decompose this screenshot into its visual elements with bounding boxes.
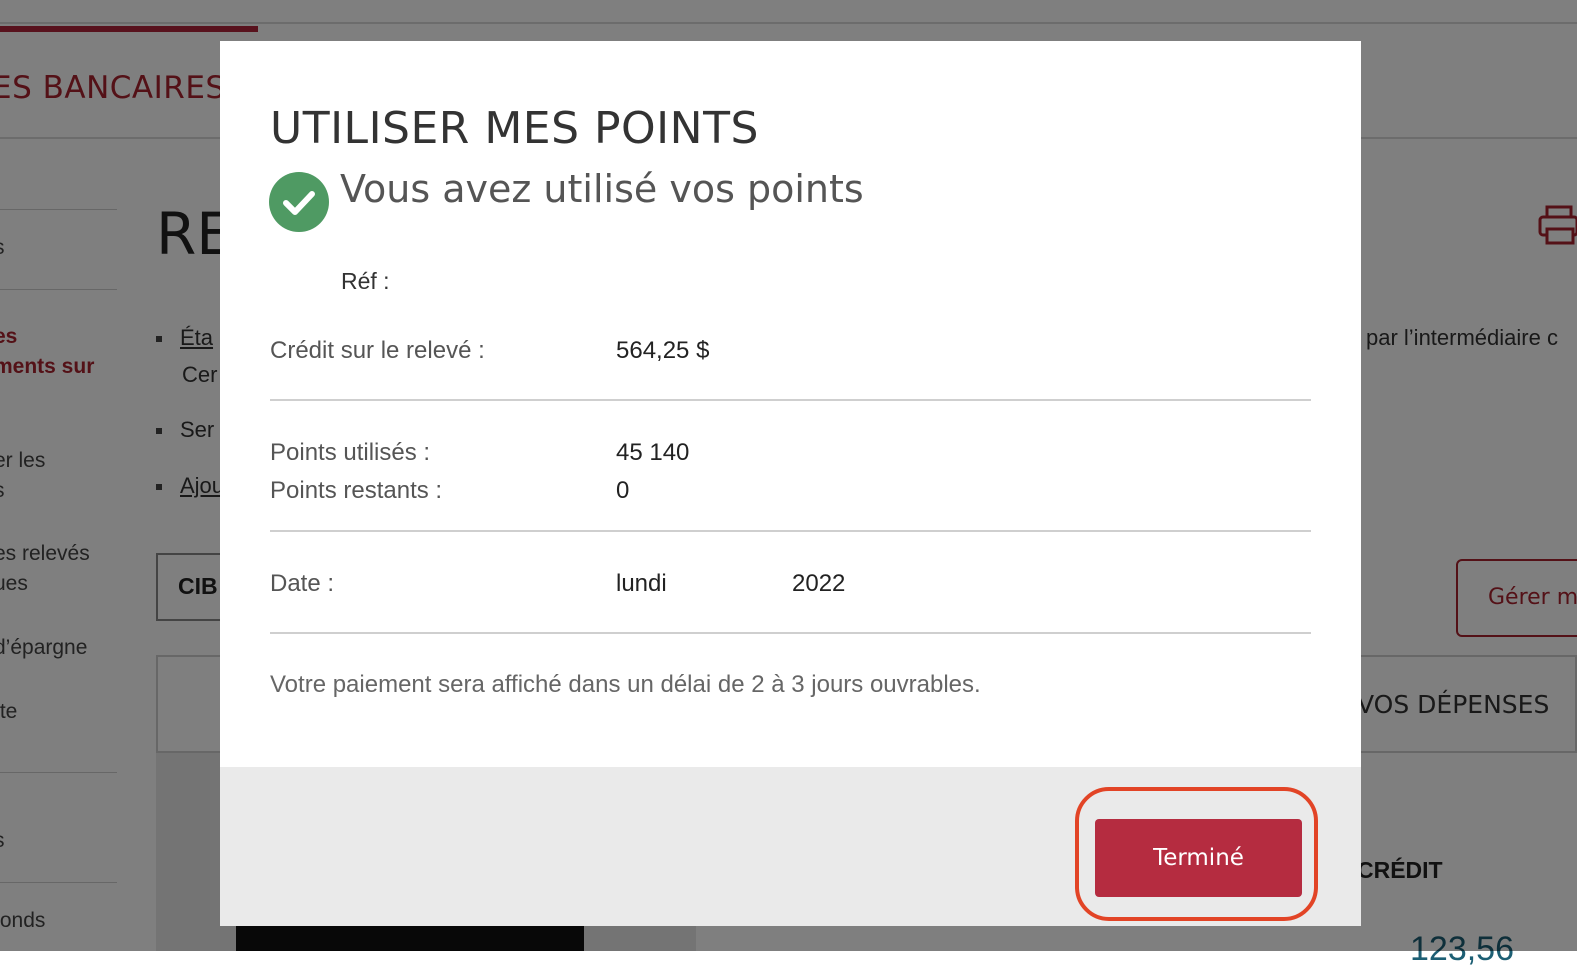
divider [270,632,1311,634]
reference-label: Réf : [341,268,390,294]
modal-title: UTILISER MES POINTS [270,103,759,154]
date-day: lundi [616,570,667,597]
redeem-points-modal: UTILISER MES POINTS Vous avez utilisé vo… [220,41,1361,926]
points-used-label: Points utilisés : [270,439,431,466]
points-remaining-value: 0 [616,477,630,504]
success-message: Vous avez utilisé vos points [340,167,864,211]
date-label: Date : [270,570,335,597]
credit-value: 564,25 $ [616,337,710,364]
divider [270,530,1311,532]
points-used-value: 45 140 [616,439,690,466]
modal-footer: Terminé [220,767,1361,926]
date-year: 2022 [792,570,846,597]
check-circle-icon [269,172,329,232]
credit-label: Crédit sur le relevé : [270,337,485,364]
done-button[interactable]: Terminé [1095,819,1302,897]
payment-note: Votre paiement sera affiché dans un déla… [270,671,981,698]
points-remaining-label: Points restants : [270,477,443,504]
divider [270,399,1311,401]
